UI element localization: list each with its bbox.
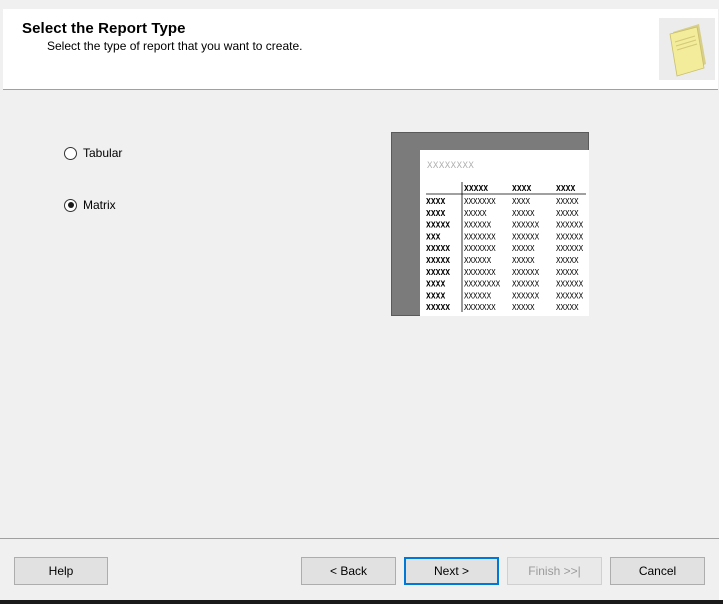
preview-column-header: XXXX bbox=[512, 184, 531, 193]
page-subtitle: Select the type of report that you want … bbox=[47, 39, 303, 53]
wizard-window bbox=[0, 0, 723, 604]
radio-tabular-label: Tabular bbox=[83, 146, 123, 160]
preview-matrix: XXXXX XXXX XXXXXXXX XXXXXXX XXXX XXXXXXXXX XXX… bbox=[426, 182, 586, 312]
radio-option-tabular[interactable]: Tabular bbox=[64, 146, 122, 160]
preview-cell: XXXXXX bbox=[464, 291, 492, 300]
window-border-bottom bbox=[0, 600, 723, 604]
footer-separator bbox=[0, 538, 719, 539]
preview-row-header: XXXXX bbox=[426, 221, 450, 230]
preview-cell: XXXXX bbox=[512, 256, 535, 265]
radio-option-matrix[interactable]: Matrix bbox=[64, 198, 116, 212]
report-wizard-icon bbox=[659, 18, 715, 80]
preview-cell: XXXXXX bbox=[464, 256, 492, 265]
preview-cell: XXXXXX bbox=[512, 291, 540, 300]
back-button[interactable]: < Back bbox=[301, 557, 396, 585]
preview-cell: XXXXX bbox=[556, 268, 579, 277]
preview-cell: XXXX bbox=[512, 197, 531, 206]
preview-row-header: XXXX bbox=[426, 291, 445, 300]
wizard-header: Select the Report Type Select the type o… bbox=[3, 9, 718, 90]
preview-row-header: XXXX bbox=[426, 209, 445, 218]
preview-cell: XXXXXXX bbox=[464, 197, 496, 206]
preview-cell: XXXXXX bbox=[512, 232, 540, 241]
preview-cell: XXXXXX bbox=[556, 291, 584, 300]
preview-cell: XXXXX bbox=[556, 197, 579, 206]
preview-row-header: XXXXX bbox=[426, 268, 450, 277]
cancel-button[interactable]: Cancel bbox=[610, 557, 705, 585]
preview-cell: XXXXX bbox=[556, 209, 579, 218]
window-border-right bbox=[719, 0, 723, 604]
radio-matrix-label: Matrix bbox=[83, 198, 116, 212]
preview-cell: XXXXXXXX bbox=[464, 280, 501, 289]
preview-cell: XXXXXX bbox=[512, 268, 540, 277]
preview-cell: XXXXXXX bbox=[464, 232, 496, 241]
radio-tabular-indicator[interactable] bbox=[64, 146, 77, 160]
preview-row-header: XXX bbox=[426, 232, 441, 241]
preview-cell: XXXXX bbox=[556, 303, 579, 312]
preview-cell: XXXXXX bbox=[556, 232, 584, 241]
preview-cell: XXXXX bbox=[464, 209, 487, 218]
preview-row-header: XXXXX bbox=[426, 244, 450, 253]
preview-column-header: XXXX bbox=[556, 184, 575, 193]
preview-row-header: XXXX bbox=[426, 280, 445, 289]
preview-cell: XXXXX bbox=[512, 209, 535, 218]
preview-cell: XXXXXX bbox=[512, 221, 540, 230]
preview-row-header: XXXX bbox=[426, 197, 445, 206]
preview-cell: XXXXXX bbox=[556, 221, 584, 230]
preview-cell: XXXXXX bbox=[512, 280, 540, 289]
page-title: Select the Report Type bbox=[22, 20, 186, 37]
report-type-preview: XXXXXXXX XXXXX XXXX XXXX XXXX XXXXXXX XXXX XXX… bbox=[391, 132, 589, 316]
preview-cell: XXXXXXX bbox=[464, 268, 496, 277]
preview-cell: XXXXX bbox=[512, 244, 535, 253]
preview-cell: XXXXXX bbox=[556, 244, 584, 253]
preview-cell: XXXXXX bbox=[556, 280, 584, 289]
preview-cell: XXXXXXX bbox=[464, 303, 496, 312]
preview-cell: XXXXXXX bbox=[464, 244, 496, 253]
preview-row-header: XXXXX bbox=[426, 256, 450, 265]
next-button[interactable]: Next > bbox=[404, 557, 499, 585]
preview-cell: XXXXX bbox=[556, 256, 579, 265]
preview-row-header: XXXXX bbox=[426, 303, 450, 312]
help-button[interactable]: Help bbox=[14, 557, 108, 585]
radio-matrix-indicator[interactable] bbox=[64, 198, 77, 212]
preview-paper: XXXXXXXX XXXXX XXXX XXXX XXXX XXXXXXX XXXX XXX… bbox=[420, 150, 589, 316]
finish-button[interactable]: Finish >>| bbox=[507, 557, 602, 585]
preview-cell: XXXXXX bbox=[464, 221, 492, 230]
preview-column-header: XXXXX bbox=[464, 184, 488, 193]
preview-cell: XXXXX bbox=[512, 303, 535, 312]
